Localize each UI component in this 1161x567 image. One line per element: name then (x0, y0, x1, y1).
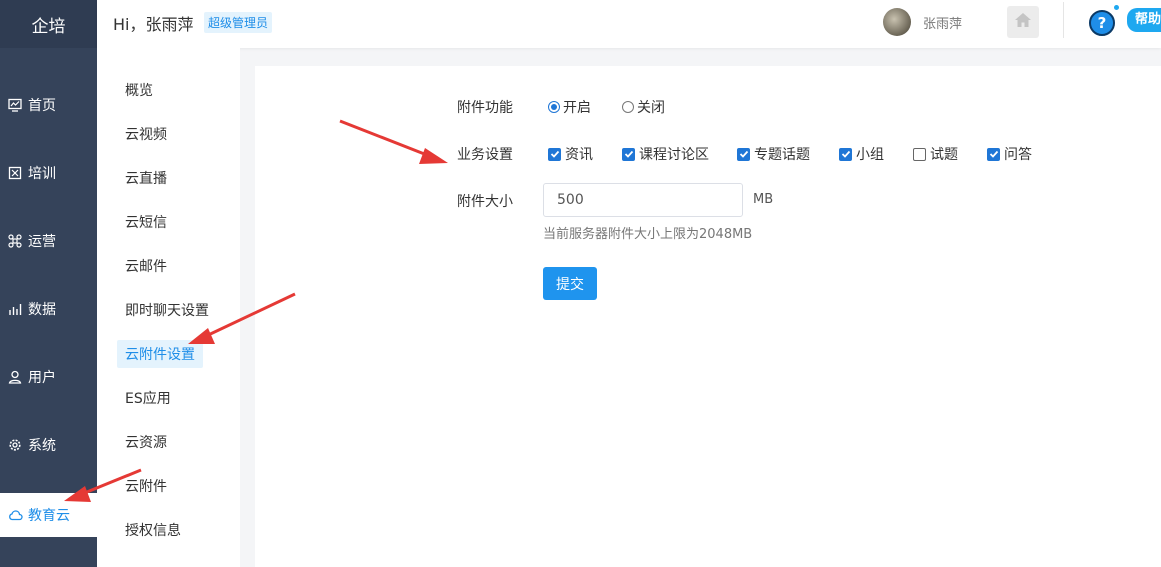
submenu-item-es-app[interactable]: ES应用 (117, 384, 179, 412)
settings-panel: 附件功能 开启 关闭 业务设置 资讯 课程讨论区 专题话题 小组 试题 问答 附… (255, 66, 1161, 567)
avatar[interactable] (883, 8, 911, 36)
sidebar-item-operations[interactable]: 运营 (0, 221, 97, 261)
sidebar-item-label: 系统 (28, 438, 56, 454)
cloud-icon (7, 507, 23, 523)
submenu-item-cloud-email[interactable]: 云邮件 (117, 252, 175, 280)
help-icon[interactable]: ? (1089, 10, 1115, 36)
size-unit: MB (753, 192, 774, 207)
sidebar-item-system[interactable]: 系统 (0, 425, 97, 465)
sidebar-item-label: 用户 (28, 370, 56, 386)
checkbox-groups[interactable]: 小组 (839, 144, 884, 164)
checkbox-questions-box[interactable] (913, 147, 926, 161)
role-badge: 超级管理员 (204, 12, 273, 33)
attachment-size-input[interactable] (543, 183, 743, 217)
submenu-item-cloud-video[interactable]: 云视频 (117, 120, 175, 148)
checkbox-course-discussion[interactable]: 课程讨论区 (622, 144, 709, 164)
checkbox-news[interactable]: 资讯 (548, 144, 593, 164)
submit-button[interactable]: 提交 (543, 267, 597, 300)
checkbox-questions-label: 试题 (930, 147, 958, 163)
business-settings-label: 业务设置 (457, 147, 513, 163)
header-divider (1063, 2, 1064, 38)
sidebar-item-users[interactable]: 用户 (0, 357, 97, 397)
sidebar-item-label: 数据 (28, 302, 56, 318)
main-sidebar: 企培 首页 培训 运营 数据 用户 系统 教育云 (0, 0, 97, 567)
checkbox-qa-label: 问答 (1004, 147, 1032, 163)
sidebar-item-home[interactable]: 首页 (0, 85, 97, 125)
checkbox-topics-label: 专题话题 (754, 147, 810, 163)
sidebar-item-label: 运营 (28, 234, 56, 250)
sidebar-item-edu-cloud[interactable]: 教育云 (0, 493, 97, 537)
radio-enable-label: 开启 (563, 100, 591, 116)
help-button[interactable]: 帮助 (1127, 8, 1161, 32)
submenu-item-cloud-live[interactable]: 云直播 (117, 164, 175, 192)
submenu-item-license-info[interactable]: 授权信息 (117, 516, 189, 544)
sidebar-item-label: 首页 (28, 98, 56, 114)
radio-disable-dot[interactable] (622, 101, 634, 113)
checkbox-groups-label: 小组 (856, 147, 884, 163)
checkbox-topics-box[interactable] (737, 147, 750, 161)
checkbox-qa[interactable]: 问答 (987, 144, 1032, 164)
top-header: Hi，张雨萍 超级管理员 张雨萍 ? 帮助 (97, 0, 1161, 48)
username[interactable]: 张雨萍 (923, 13, 962, 32)
submenu-item-attachment-settings[interactable]: 云附件设置 (117, 340, 203, 368)
submenu-item-cloud-attachments[interactable]: 云附件 (117, 472, 175, 500)
checkbox-course-discussion-box[interactable] (622, 147, 635, 161)
checkbox-news-box[interactable] (548, 147, 561, 161)
bar-chart-icon (7, 301, 23, 317)
sidebar-item-training[interactable]: 培训 (0, 153, 97, 193)
size-hint: 当前服务器附件大小上限为2048MB (543, 227, 753, 242)
home-button[interactable] (1007, 6, 1039, 38)
checkbox-questions[interactable]: 试题 (913, 144, 958, 164)
radio-disable[interactable]: 关闭 (622, 97, 665, 117)
checkbox-topics[interactable]: 专题话题 (737, 144, 810, 164)
command-icon (7, 233, 23, 249)
user-icon (7, 369, 23, 385)
checkbox-course-discussion-label: 课程讨论区 (639, 147, 709, 163)
gear-icon (7, 437, 23, 453)
checkbox-groups-box[interactable] (839, 147, 852, 161)
radio-enable-dot[interactable] (548, 101, 560, 113)
checkbox-qa-box[interactable] (987, 147, 1000, 161)
radio-disable-label: 关闭 (637, 100, 665, 116)
submenu-item-chat-settings[interactable]: 即时聊天设置 (117, 296, 217, 324)
sidebar-item-data[interactable]: 数据 (0, 289, 97, 329)
sidebar-item-label: 教育云 (28, 508, 70, 524)
greeting-text: Hi，张雨萍 (113, 15, 194, 34)
book-icon (7, 165, 23, 181)
dashboard-icon (7, 97, 23, 113)
help-dot (1114, 5, 1119, 10)
home-icon (1014, 12, 1032, 32)
submenu-item-cloud-sms[interactable]: 云短信 (117, 208, 175, 236)
radio-enable[interactable]: 开启 (548, 97, 591, 117)
app-logo[interactable]: 企培 (0, 0, 97, 48)
attachment-feature-label: 附件功能 (457, 100, 513, 116)
attachment-size-label: 附件大小 (457, 194, 513, 210)
submenu-item-cloud-resources[interactable]: 云资源 (117, 428, 175, 456)
sidebar-item-label: 培训 (28, 166, 56, 182)
checkbox-news-label: 资讯 (565, 147, 593, 163)
submenu-item-overview[interactable]: 概览 (117, 76, 161, 104)
cloud-submenu: 概览 云视频 云直播 云短信 云邮件 即时聊天设置 云附件设置 ES应用 云资源… (97, 48, 240, 567)
